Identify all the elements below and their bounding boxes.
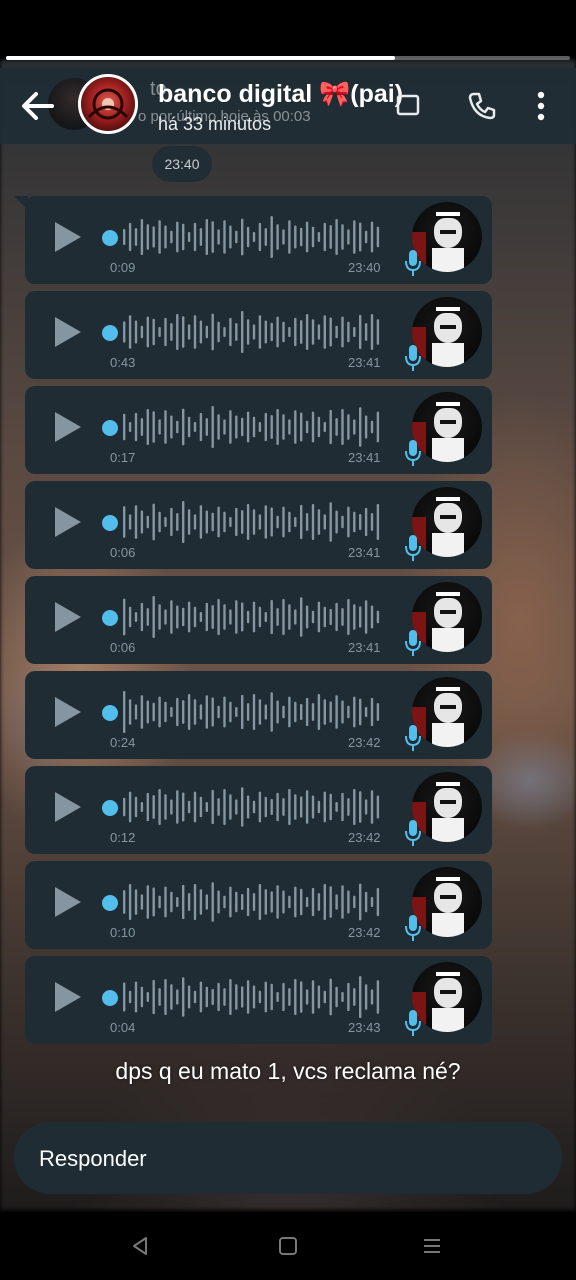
message-time: 23:41 <box>348 640 381 655</box>
message-time: 23:40 <box>348 260 381 275</box>
waveform[interactable] <box>123 786 381 828</box>
voice-message: 0:06 23:41 <box>25 576 492 664</box>
playback-knob[interactable] <box>102 515 118 531</box>
back-arrow-icon[interactable] <box>18 86 58 126</box>
nav-recents-icon[interactable] <box>420 1234 444 1258</box>
system-nav-bar <box>0 1212 576 1280</box>
reply-placeholder: Responder <box>39 1146 147 1171</box>
voice-duration: 0:06 <box>110 640 136 655</box>
voice-duration: 0:17 <box>110 450 136 465</box>
mic-icon <box>405 345 421 371</box>
playback-knob[interactable] <box>102 895 118 911</box>
play-icon[interactable] <box>55 317 81 347</box>
voice-duration: 0:24 <box>110 735 136 750</box>
message-time: 23:42 <box>348 735 381 750</box>
voice-message: 0:04 23:43 <box>25 956 492 1044</box>
waveform[interactable] <box>123 596 381 638</box>
play-icon[interactable] <box>55 412 81 442</box>
play-icon[interactable] <box>55 792 81 822</box>
waveform[interactable] <box>123 406 381 448</box>
mic-icon <box>405 915 421 941</box>
play-icon[interactable] <box>55 222 81 252</box>
mic-icon <box>405 630 421 656</box>
mic-icon <box>405 250 421 276</box>
message-time: 23:43 <box>348 1020 381 1035</box>
playback-knob[interactable] <box>102 325 118 341</box>
playback-knob[interactable] <box>102 990 118 1006</box>
waveform[interactable] <box>123 976 381 1018</box>
voice-message: 0:06 23:41 <box>25 481 492 569</box>
mic-icon <box>405 440 421 466</box>
nav-back-icon[interactable] <box>128 1234 152 1258</box>
playback-knob[interactable] <box>102 230 118 246</box>
video-call-icon[interactable] <box>396 92 426 118</box>
mic-icon <box>405 1010 421 1036</box>
play-icon[interactable] <box>55 507 81 537</box>
voice-message: 0:17 23:41 <box>25 386 492 474</box>
story-caption: dps q eu mato 1, vcs reclama né? <box>115 1058 461 1084</box>
message-time: 23:41 <box>348 545 381 560</box>
voice-duration: 0:12 <box>110 830 136 845</box>
play-icon[interactable] <box>55 697 81 727</box>
voice-duration: 0:06 <box>110 545 136 560</box>
date-chip: 23:40 <box>152 146 212 182</box>
waveform[interactable] <box>123 216 381 258</box>
story-progress-fill <box>6 56 396 60</box>
voice-message: 0:09 23:40 <box>25 196 492 284</box>
playback-knob[interactable] <box>102 705 118 721</box>
mic-icon <box>405 535 421 561</box>
waveform[interactable] <box>123 311 381 353</box>
message-time: 23:41 <box>348 450 381 465</box>
waveform[interactable] <box>123 501 381 543</box>
voice-message: 0:12 23:42 <box>25 766 492 854</box>
playback-knob[interactable] <box>102 610 118 626</box>
story-progress-bar <box>6 56 570 60</box>
playback-knob[interactable] <box>102 420 118 436</box>
message-time: 23:41 <box>348 355 381 370</box>
more-vert-icon[interactable] <box>530 90 552 122</box>
play-icon[interactable] <box>55 602 81 632</box>
contact-avatar[interactable] <box>78 74 138 134</box>
phone-icon[interactable] <box>466 90 498 122</box>
play-icon[interactable] <box>55 982 81 1012</box>
voice-message: 0:43 23:41 <box>25 291 492 379</box>
message-time: 23:42 <box>348 830 381 845</box>
voice-duration: 0:04 <box>110 1020 136 1035</box>
play-icon[interactable] <box>55 887 81 917</box>
mic-icon <box>405 820 421 846</box>
voice-duration: 0:09 <box>110 260 136 275</box>
contact-name[interactable]: banco digital 🎀(pai) <box>158 80 403 109</box>
playback-knob[interactable] <box>102 800 118 816</box>
mic-icon <box>405 725 421 751</box>
voice-message: 0:10 23:42 <box>25 861 492 949</box>
waveform[interactable] <box>123 691 381 733</box>
nav-home-icon[interactable] <box>276 1234 300 1258</box>
voice-duration: 0:10 <box>110 925 136 940</box>
message-time: 23:42 <box>348 925 381 940</box>
waveform[interactable] <box>123 881 381 923</box>
voice-duration: 0:43 <box>110 355 136 370</box>
last-seen-status: há 33 minutos <box>158 114 272 134</box>
voice-message: 0:24 23:42 <box>25 671 492 759</box>
chat-header: to o por último hoje às 00:03 banco digi… <box>0 68 576 144</box>
reply-input[interactable]: Responder <box>14 1122 562 1194</box>
